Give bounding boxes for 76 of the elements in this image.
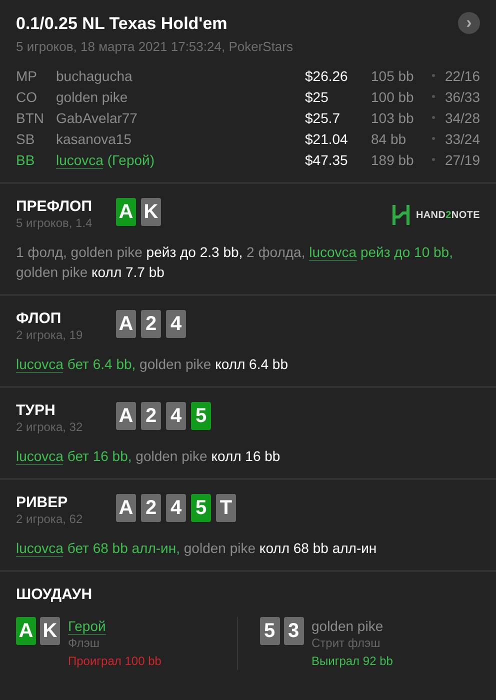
stack-amount: $25 — [305, 88, 330, 106]
playing-card: A — [116, 310, 136, 338]
hero-link[interactable]: lucovca — [16, 540, 64, 557]
playing-card: A — [116, 402, 136, 430]
playing-card: A — [16, 617, 36, 645]
stack-bb: 84 bb — [371, 130, 408, 148]
separator-dot-icon — [432, 74, 434, 77]
street-info: 2 игрока, 62 — [16, 512, 84, 526]
result-text: Выиграл 92 bb — [312, 653, 393, 670]
player-stats: 33/24 — [444, 130, 480, 148]
stack-bb: 100 bb — [371, 88, 415, 106]
playing-card: 5 — [260, 617, 280, 645]
street-title: ПРЕФЛОП — [16, 198, 93, 215]
playing-card: 2 — [141, 310, 161, 338]
position-label: MP — [16, 66, 38, 86]
player-name: buchagucha — [56, 68, 132, 84]
playing-card: 4 — [166, 310, 186, 338]
separator-dot-icon — [432, 158, 434, 161]
hand-subtitle: 5 игроков, 18 марта 2021 17:53:24, PokerStars — [16, 39, 294, 54]
player-name: lucovca (Герой) — [56, 152, 155, 168]
player-stats: 22/16 — [444, 66, 480, 86]
street-info: 5 игроков, 1.4 — [16, 216, 94, 230]
player-name: GabAvelar77 — [56, 110, 138, 126]
playing-card: 2 — [141, 494, 161, 522]
playing-card: K — [141, 198, 161, 226]
hand-rank: Стрит флэш — [312, 635, 382, 652]
position-label: BB — [16, 149, 56, 170]
logo-icon — [392, 204, 410, 226]
hero-link[interactable]: Герой — [68, 618, 106, 635]
stack-bb: 105 bb — [371, 66, 415, 86]
separator-dot-icon — [432, 95, 434, 98]
logo-text: HAND2NOTE — [416, 210, 480, 220]
result-text: Проиграл 100 bb — [68, 653, 162, 670]
stack-amount: $47.35 — [305, 150, 349, 170]
player-stats: 36/33 — [444, 88, 480, 106]
showdown-title: ШОУДАУН — [16, 586, 94, 603]
stack-amount: $21.04 — [305, 130, 349, 148]
playing-card: 2 — [141, 402, 161, 430]
playing-card: A — [116, 494, 136, 522]
action-line: 1 фолд, golden pike рейз до 2.3 bb, 2 фолда, lucovca рейз до 10 bb, golden pike колл 7.7 bb — [16, 243, 454, 282]
player-name: kasanova15 — [56, 130, 132, 146]
position-label: SB — [16, 130, 36, 148]
hand-rank: Флэш — [68, 635, 100, 652]
player-name: golden pike — [56, 88, 128, 104]
position-label: CO — [16, 88, 38, 106]
next-button[interactable]: › — [458, 12, 480, 34]
playing-card: T — [216, 494, 236, 522]
action-line: lucovca бет 6.4 bb, golden pike колл 6.4 bb — [16, 355, 289, 374]
street-info: 2 игрока, 19 — [16, 328, 84, 342]
player-stats: 27/19 — [444, 150, 480, 170]
street-title: РИВЕР — [16, 494, 69, 511]
hero-link[interactable]: lucovca — [309, 244, 357, 261]
player-stats: 34/28 — [444, 108, 480, 128]
playing-card: K — [40, 617, 60, 645]
playing-card: 4 — [166, 402, 186, 430]
playing-card: 5 — [191, 402, 211, 430]
street-title: ТУРН — [16, 402, 56, 419]
playing-card: 5 — [191, 494, 211, 522]
hero-link[interactable]: lucovca — [16, 356, 64, 373]
player-name: golden pike — [312, 618, 384, 634]
playing-card: 3 — [284, 617, 304, 645]
hand-title: 0.1/0.25 NL Texas Hold'em — [16, 14, 228, 34]
stack-amount: $25.7 — [305, 108, 342, 128]
street-info: 2 игрока, 32 — [16, 420, 84, 434]
street-title: ФЛОП — [16, 310, 62, 327]
position-label: BTN — [16, 108, 45, 128]
action-line: lucovca бет 68 bb алл-ин, golden pike колл 68 bb алл-ин — [16, 539, 378, 558]
playing-card: A — [116, 198, 136, 226]
separator-dot-icon — [432, 137, 434, 140]
action-line: lucovca бет 16 bb, golden pike колл 16 bb — [16, 447, 282, 466]
stack-bb: 189 bb — [371, 150, 415, 170]
playing-card: 4 — [166, 494, 186, 522]
separator-dot-icon — [432, 116, 434, 119]
stack-amount: $26.26 — [305, 66, 349, 86]
stack-bb: 103 bb — [371, 108, 415, 128]
hero-link[interactable]: lucovca — [16, 448, 64, 465]
